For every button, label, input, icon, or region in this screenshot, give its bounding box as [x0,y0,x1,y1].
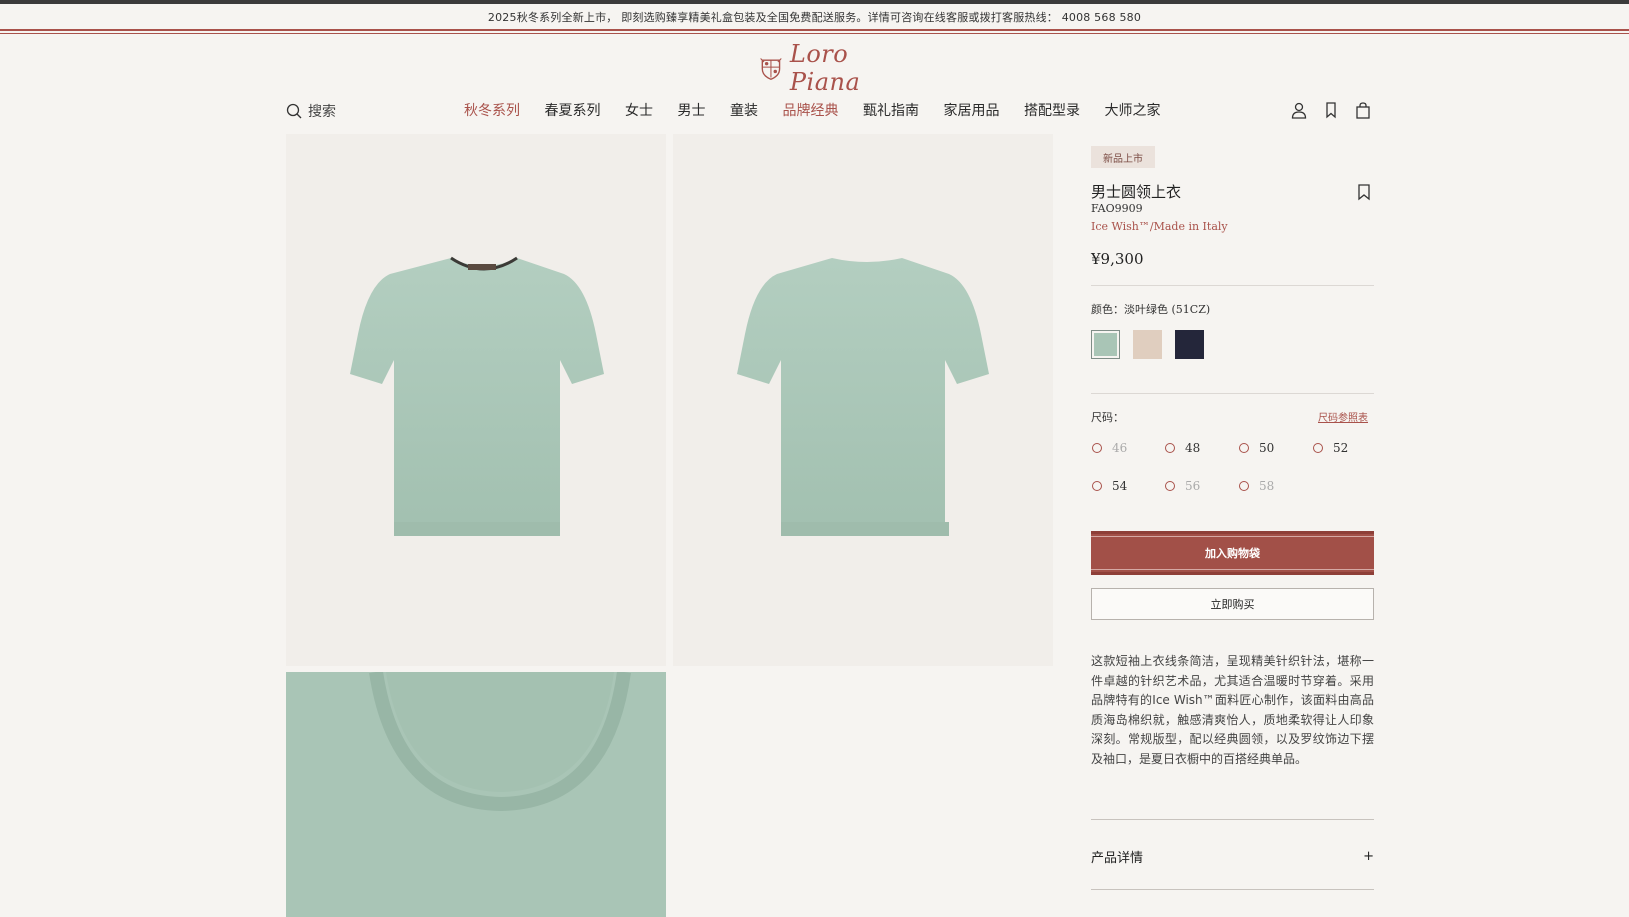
product-description: 这款短袖上衣线条简洁，呈现精美针织针法，堪称一件卓越的针织艺术品，尤其适合温暖时… [1091,654,1374,766]
shopping-bag-icon[interactable] [1354,101,1372,119]
size-option-50[interactable]: 50 [1239,441,1274,455]
nav-item-spring-summer[interactable]: 春夏系列 [545,100,601,122]
main-nav: 秋冬系列 春夏系列 女士 男士 童装 品牌经典 甄礼指南 家居用品 搭配型录 大… [464,100,1185,122]
search-button[interactable]: 搜索 [286,101,336,121]
size-option-46[interactable]: 46 [1092,441,1127,455]
color-code: (51CZ) [1171,303,1211,316]
size-option-52[interactable]: 52 [1313,441,1348,455]
radio-icon [1165,481,1175,491]
color-label: 颜色：淡叶绿色 (51CZ) [1091,301,1210,317]
tshirt-front-image [350,256,604,536]
search-label: 搜索 [308,104,336,120]
announcement-rule-thin [0,33,1629,34]
announcement-rule [0,29,1629,31]
divider [1091,285,1374,286]
product-image-detail[interactable] [286,672,666,917]
radio-icon [1092,443,1102,453]
add-to-wishlist-button[interactable] [1357,183,1371,201]
color-name: 淡叶绿色 [1124,303,1168,316]
product-title: 男士圆领上衣 [1091,183,1182,201]
size-option-54[interactable]: 54 [1092,479,1127,493]
color-swatch-navy[interactable] [1175,330,1204,359]
size-value: 54 [1112,479,1128,493]
size-value: 50 [1259,441,1275,455]
announcement-bar: 2025秋冬系列全新上市， 即刻选购臻享精美礼盒包装及全国免费配送服务。详情可咨… [487,11,1142,24]
radio-icon [1239,443,1249,453]
add-to-bag-button[interactable]: 加入购物袋 [1091,531,1374,575]
size-option-58[interactable]: 58 [1239,479,1274,493]
new-arrival-badge: 新品上市 [1091,146,1155,168]
size-value: 52 [1333,441,1349,455]
color-swatch-beige[interactable] [1133,330,1162,359]
size-value: 48 [1185,441,1201,455]
brand-logo[interactable]: Loro Piana [758,40,908,96]
account-icon[interactable] [1290,101,1308,119]
product-image-front[interactable] [286,134,666,666]
color-label-prefix: 颜色： [1091,303,1124,316]
product-code: FAO9909 [1091,202,1143,215]
nav-item-men[interactable]: 男士 [678,100,706,122]
size-value: 46 [1112,441,1128,455]
nav-item-kids[interactable]: 童装 [730,100,758,122]
header-icons [1290,101,1372,119]
size-option-56[interactable]: 56 [1165,479,1200,493]
nav-item-icons[interactable]: 品牌经典 [783,100,839,122]
collar-detail-image [286,672,666,917]
plus-icon: + [1363,848,1374,864]
radio-icon [1239,481,1249,491]
radio-icon [1313,443,1323,453]
nav-item-home[interactable]: 家居用品 [944,100,1000,122]
size-value: 58 [1259,479,1275,493]
size-value: 56 [1185,479,1201,493]
divider [1091,889,1374,890]
tshirt-back-image [737,258,989,536]
nav-item-lookbook[interactable]: 搭配型录 [1024,100,1080,122]
radio-icon [1165,443,1175,453]
wishlist-icon[interactable] [1322,101,1340,119]
nav-item-gifts[interactable]: 甄礼指南 [863,100,919,122]
details-label: 产品详情 [1091,850,1144,866]
buy-now-button[interactable]: 立即购买 [1091,588,1374,620]
size-label: 尺码： [1091,411,1124,424]
radio-icon [1092,481,1102,491]
product-details-toggle[interactable]: 产品详情 + [1091,845,1374,867]
divider [1091,819,1374,820]
product-subtitle: Ice Wish™/Made in Italy [1091,220,1228,233]
search-icon [286,103,302,119]
product-price: ¥9,300 [1091,250,1144,268]
crest-icon [760,58,782,80]
size-guide-link[interactable]: 尺码参照表 [1318,409,1368,424]
nav-item-women[interactable]: 女士 [625,100,653,122]
nav-item-masters[interactable]: 大师之家 [1105,100,1161,122]
color-swatch-sage[interactable] [1091,330,1120,359]
nav-item-fall-winter[interactable]: 秋冬系列 [464,100,520,122]
divider [1091,393,1374,394]
bookmark-icon [1358,184,1370,201]
logo-wordmark: Loro Piana [789,40,861,96]
product-image-back[interactable] [673,134,1053,666]
size-option-48[interactable]: 48 [1165,441,1200,455]
